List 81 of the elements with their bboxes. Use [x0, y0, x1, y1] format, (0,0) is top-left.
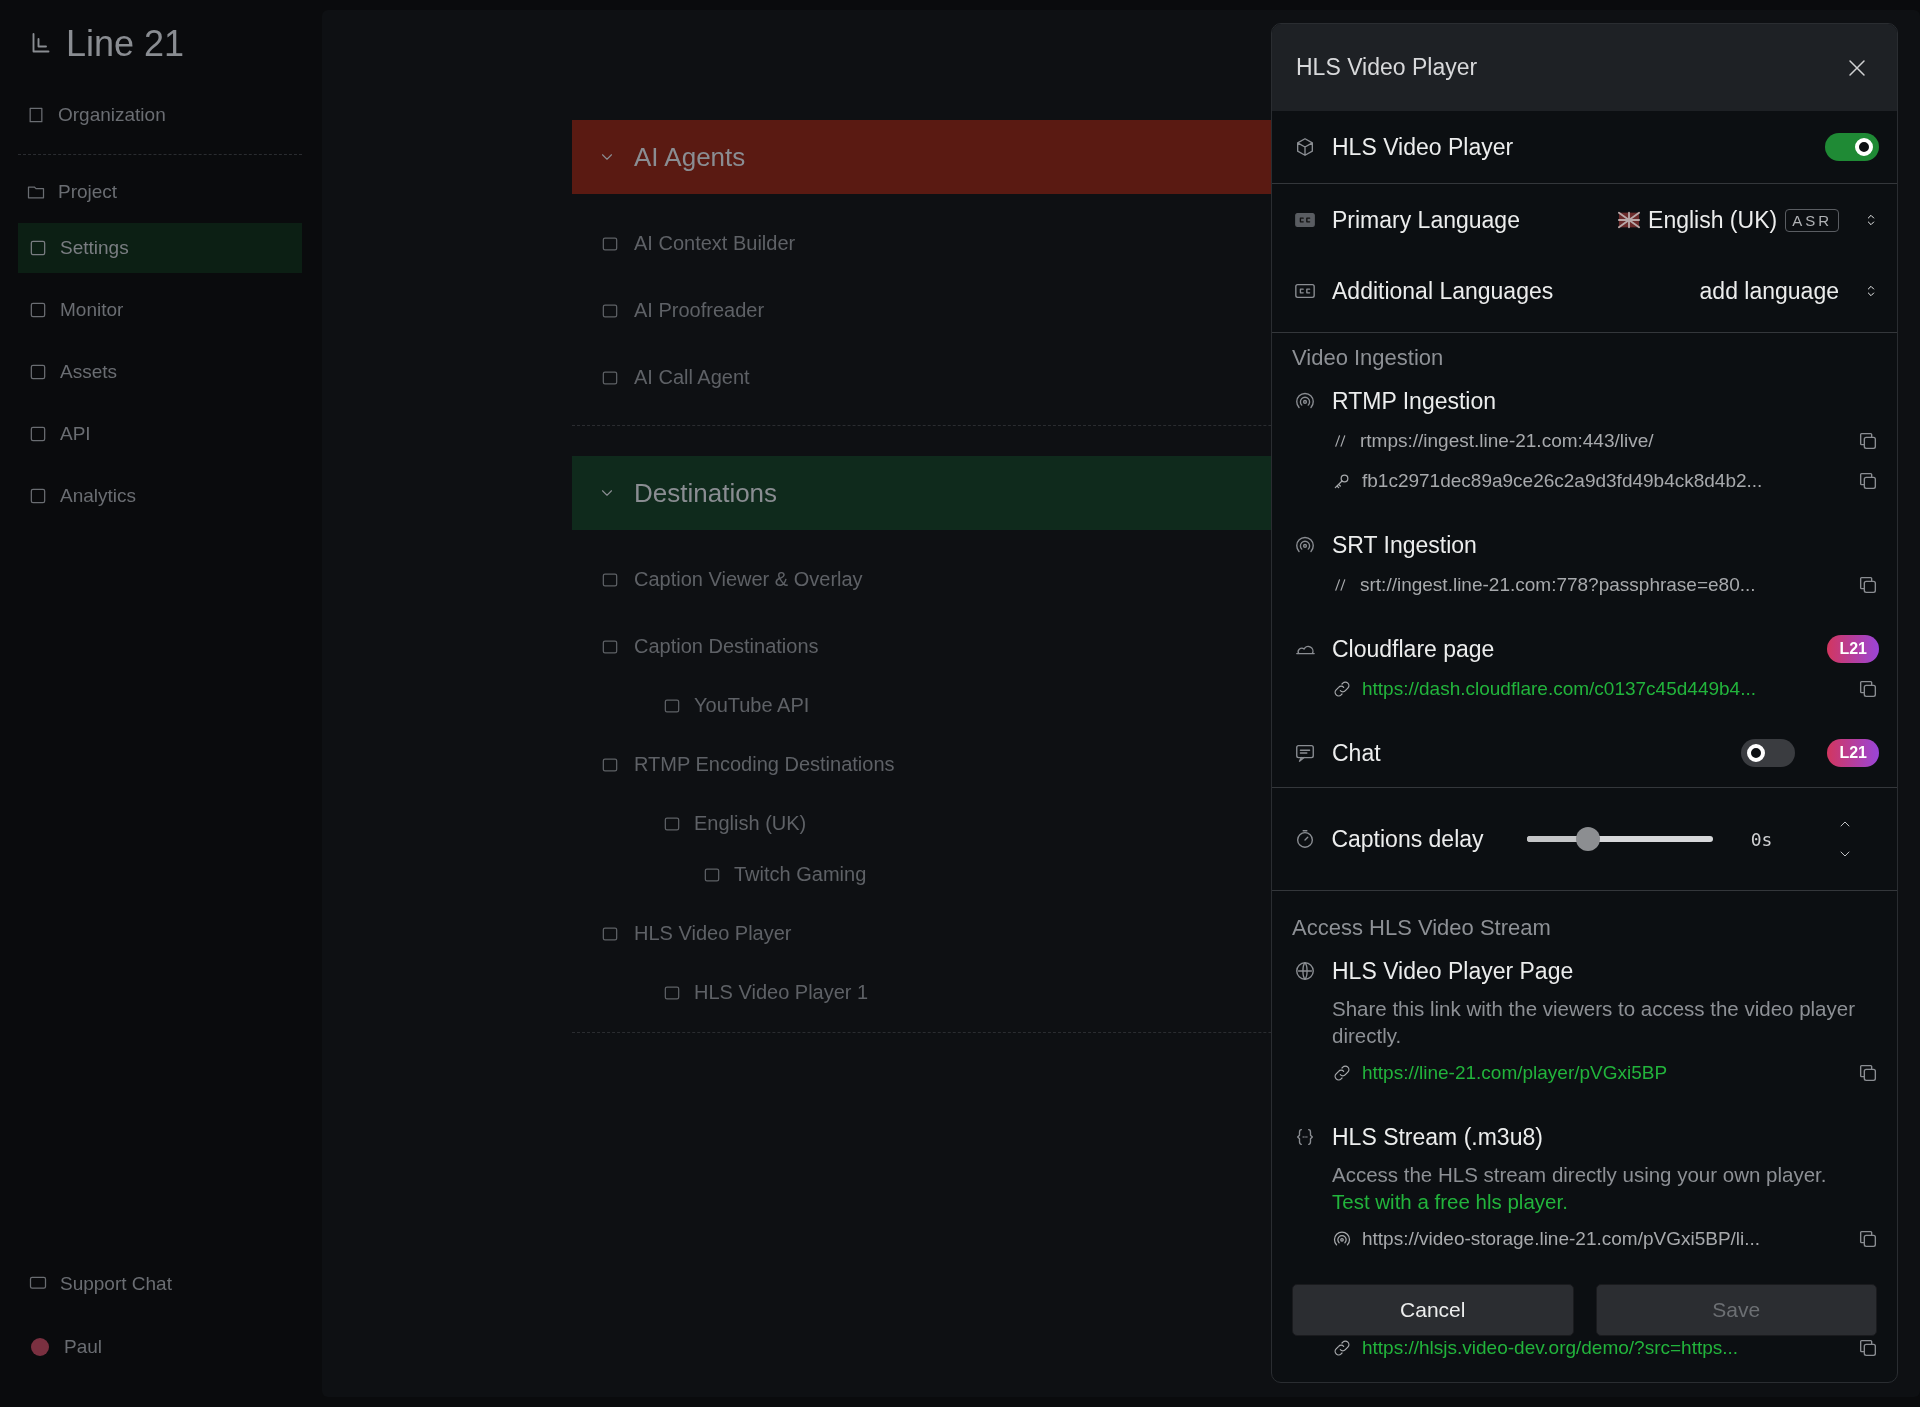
copy-button[interactable]	[1857, 1062, 1879, 1084]
flag-icon	[1618, 209, 1641, 231]
link[interactable]: https://line-21.com/player/pVGxi5BP	[1362, 1062, 1847, 1084]
sidebar-item[interactable]: Assets	[18, 347, 302, 397]
toggle-switch[interactable]	[1741, 739, 1796, 767]
copy-icon	[1857, 470, 1879, 492]
copy-button[interactable]	[1857, 470, 1879, 492]
user-name[interactable]: Paul	[64, 1336, 103, 1358]
project-selector[interactable]: Project	[58, 181, 118, 203]
description: Access the HLS stream directly using your own player. Test with a free hls player.	[1292, 1161, 1879, 1215]
item-title: Caption Destinations	[634, 635, 819, 658]
menu-item-icon	[28, 362, 48, 382]
item-title: AI Proofreader	[634, 299, 765, 322]
item-title: AI Context Builder	[634, 232, 796, 255]
url-text: rtmps://ingest.line-21.com:443/live/	[1360, 430, 1655, 452]
url-text: srt://ingest.line-21.com:778?passphrase=e80...	[1360, 574, 1757, 596]
menu-item-icon	[28, 238, 48, 258]
cube-icon	[1294, 136, 1316, 158]
badge: L21	[1827, 635, 1879, 663]
item-title: Twitch Gaming	[734, 863, 867, 886]
sidebar-item[interactable]: Analytics	[18, 471, 302, 521]
section-title: AI Agents	[634, 141, 746, 173]
menu-item-icon	[28, 300, 48, 320]
entry-title: HLS Stream (.m3u8)	[1332, 1123, 1543, 1151]
entry-title: RTMP Ingestion	[1332, 387, 1497, 415]
setting-label: HLS Video Player	[1332, 133, 1514, 161]
delay-slider[interactable]	[1527, 829, 1713, 849]
dialog-title: HLS Video Player	[1296, 54, 1478, 81]
item-title: HLS Video Player	[634, 922, 792, 945]
badge: L21	[1827, 739, 1879, 767]
link-icon	[1332, 1338, 1352, 1358]
copy-button[interactable]	[1857, 574, 1879, 596]
copy-icon	[1857, 1062, 1879, 1084]
entry-title: Chat	[1332, 739, 1381, 767]
item-title: HLS Video Player 1	[694, 981, 869, 1004]
organization-selector[interactable]: Organization	[58, 104, 166, 126]
braces-icon	[1294, 1126, 1316, 1148]
toggle-switch[interactable]	[1825, 133, 1879, 161]
description: Share this link with the viewers to access the video player directly.	[1331, 996, 1856, 1049]
entry-title: HLS Video Player Page	[1332, 957, 1574, 985]
setting-label: Additional Languages	[1332, 277, 1554, 305]
sidebar-item[interactable]: Settings	[18, 223, 302, 273]
delay-value: 0s	[1750, 828, 1774, 850]
item-title: English (UK)	[694, 812, 807, 835]
test-player-link[interactable]: Test with a free hls player.	[1332, 1188, 1879, 1215]
entry-title: SRT Ingestion	[1332, 531, 1477, 559]
dialog-button[interactable]: Cancel	[1292, 1284, 1574, 1336]
menu-item-icon	[28, 424, 48, 444]
copy-icon	[1857, 1337, 1879, 1359]
section-heading: Video Ingestion	[1291, 344, 1445, 371]
section-title: Destinations	[634, 477, 778, 509]
globe-icon	[1294, 960, 1316, 982]
copy-icon	[1857, 430, 1879, 452]
copy-button[interactable]	[1857, 678, 1879, 700]
link[interactable]: https://hlsjs.video-dev.org/demo/?src=https...	[1362, 1337, 1847, 1359]
copy-icon	[1857, 574, 1879, 596]
copy-icon	[1857, 678, 1879, 700]
link-icon	[1332, 1063, 1352, 1083]
copy-button[interactable]	[1857, 1228, 1879, 1250]
copy-button[interactable]	[1857, 1337, 1879, 1359]
item-title: Caption Viewer & Overlay	[634, 568, 863, 591]
entry-title: Cloudflare page	[1332, 635, 1495, 663]
sidebar-item[interactable]: API	[18, 409, 302, 459]
item-title: AI Call Agent	[634, 366, 750, 389]
setting-label: Captions delay	[1331, 825, 1484, 853]
section-heading: Access HLS Video Stream	[1291, 914, 1552, 941]
item-title: YouTube API	[694, 694, 810, 717]
support-chat-link[interactable]: Support Chat	[60, 1273, 172, 1295]
link-icon	[1332, 679, 1352, 699]
url-text: https://video-storage.line-21.com/pVGxi5BP/li...	[1362, 1228, 1762, 1250]
language-select[interactable]: add language	[1699, 277, 1879, 305]
avatar-icon	[28, 1335, 52, 1359]
setting-label: Primary Language	[1332, 206, 1520, 234]
sidebar-item[interactable]: Monitor	[18, 285, 302, 335]
menu-item-icon	[28, 486, 48, 506]
language-select[interactable]: English (UK) ASR	[1618, 206, 1879, 234]
logo-text: Line 21	[66, 23, 185, 65]
copy-button[interactable]	[1857, 430, 1879, 452]
item-title: RTMP Encoding Destinations	[634, 753, 895, 776]
link[interactable]: https://dash.cloudflare.com/c0137c45d449b4...	[1362, 678, 1847, 700]
copy-icon	[1857, 1228, 1879, 1250]
